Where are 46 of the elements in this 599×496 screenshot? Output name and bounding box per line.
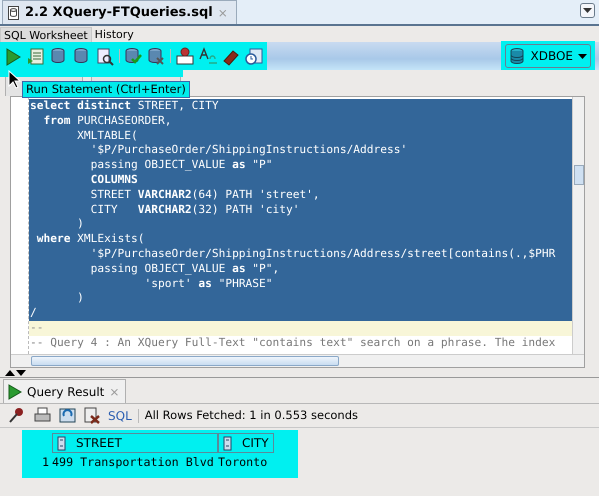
code-line: -- Query 4 : An XQuery Full-Text "contains text" search on a phrase. The index — [29, 336, 556, 351]
column-header[interactable]: CITY — [218, 433, 274, 453]
font-case-icon — [198, 46, 217, 66]
worksheet-tab[interactable]: History — [92, 27, 137, 42]
connection-dropdown[interactable]: XDBOE — [505, 44, 591, 68]
script-icon — [27, 46, 46, 66]
refresh-icon — [58, 406, 77, 425]
row-number: 1 — [40, 454, 50, 472]
table-cell-text: 499 Transportation Blvd — [52, 454, 215, 472]
toolbar-button[interactable] — [58, 406, 77, 425]
toolbar-button[interactable] — [244, 46, 263, 66]
sql-link[interactable]: SQL — [108, 406, 132, 424]
caret-icon — [578, 52, 587, 60]
horizontal-scrollbar[interactable] — [11, 354, 584, 367]
toolbar-button[interactable] — [27, 46, 46, 66]
file-tab[interactable]: 2.2 XQuery-FTQueries.sql × — [2, 0, 237, 24]
dropdown-button[interactable] — [580, 3, 595, 18]
toolbar-button[interactable] — [83, 406, 102, 425]
database-icon — [147, 46, 166, 66]
run-icon — [4, 46, 23, 66]
tooltip: Run Statement (Ctrl+Enter) — [22, 81, 190, 98]
table-cell-text: Toronto — [218, 454, 268, 472]
sort-icon — [57, 436, 66, 450]
history-icon — [244, 46, 263, 66]
worksheet-tab[interactable]: SQL Worksheet — [0, 27, 92, 42]
toolbar-button[interactable] — [124, 46, 143, 66]
toolbar-button[interactable] — [147, 46, 166, 66]
run-icon — [7, 382, 22, 400]
sort-icon — [223, 436, 232, 450]
file-tab-title: 2.2 XQuery-FTQueries.sql — [25, 4, 213, 22]
status-text: All Rows Fetched: 1 in 0.553 seconds — [144, 406, 358, 424]
code-editor[interactable] — [10, 96, 585, 368]
vertical-scrollbar[interactable] — [572, 97, 584, 354]
check-icon — [124, 46, 143, 66]
mouse-cursor-icon — [8, 70, 22, 89]
export-icon — [83, 406, 102, 425]
result-tab[interactable]: Query Result × — [3, 379, 126, 403]
result-tab-title: Query Result — [27, 384, 104, 400]
database-icon — [509, 47, 526, 65]
expand-arrows-icon[interactable] — [4, 368, 26, 377]
file-icon — [7, 4, 20, 20]
toolbar-button[interactable] — [4, 46, 23, 66]
toolbar-button[interactable] — [96, 46, 115, 66]
search-icon — [96, 46, 115, 66]
column-header[interactable]: STREET — [52, 433, 218, 453]
toolbar-button[interactable] — [198, 46, 217, 66]
